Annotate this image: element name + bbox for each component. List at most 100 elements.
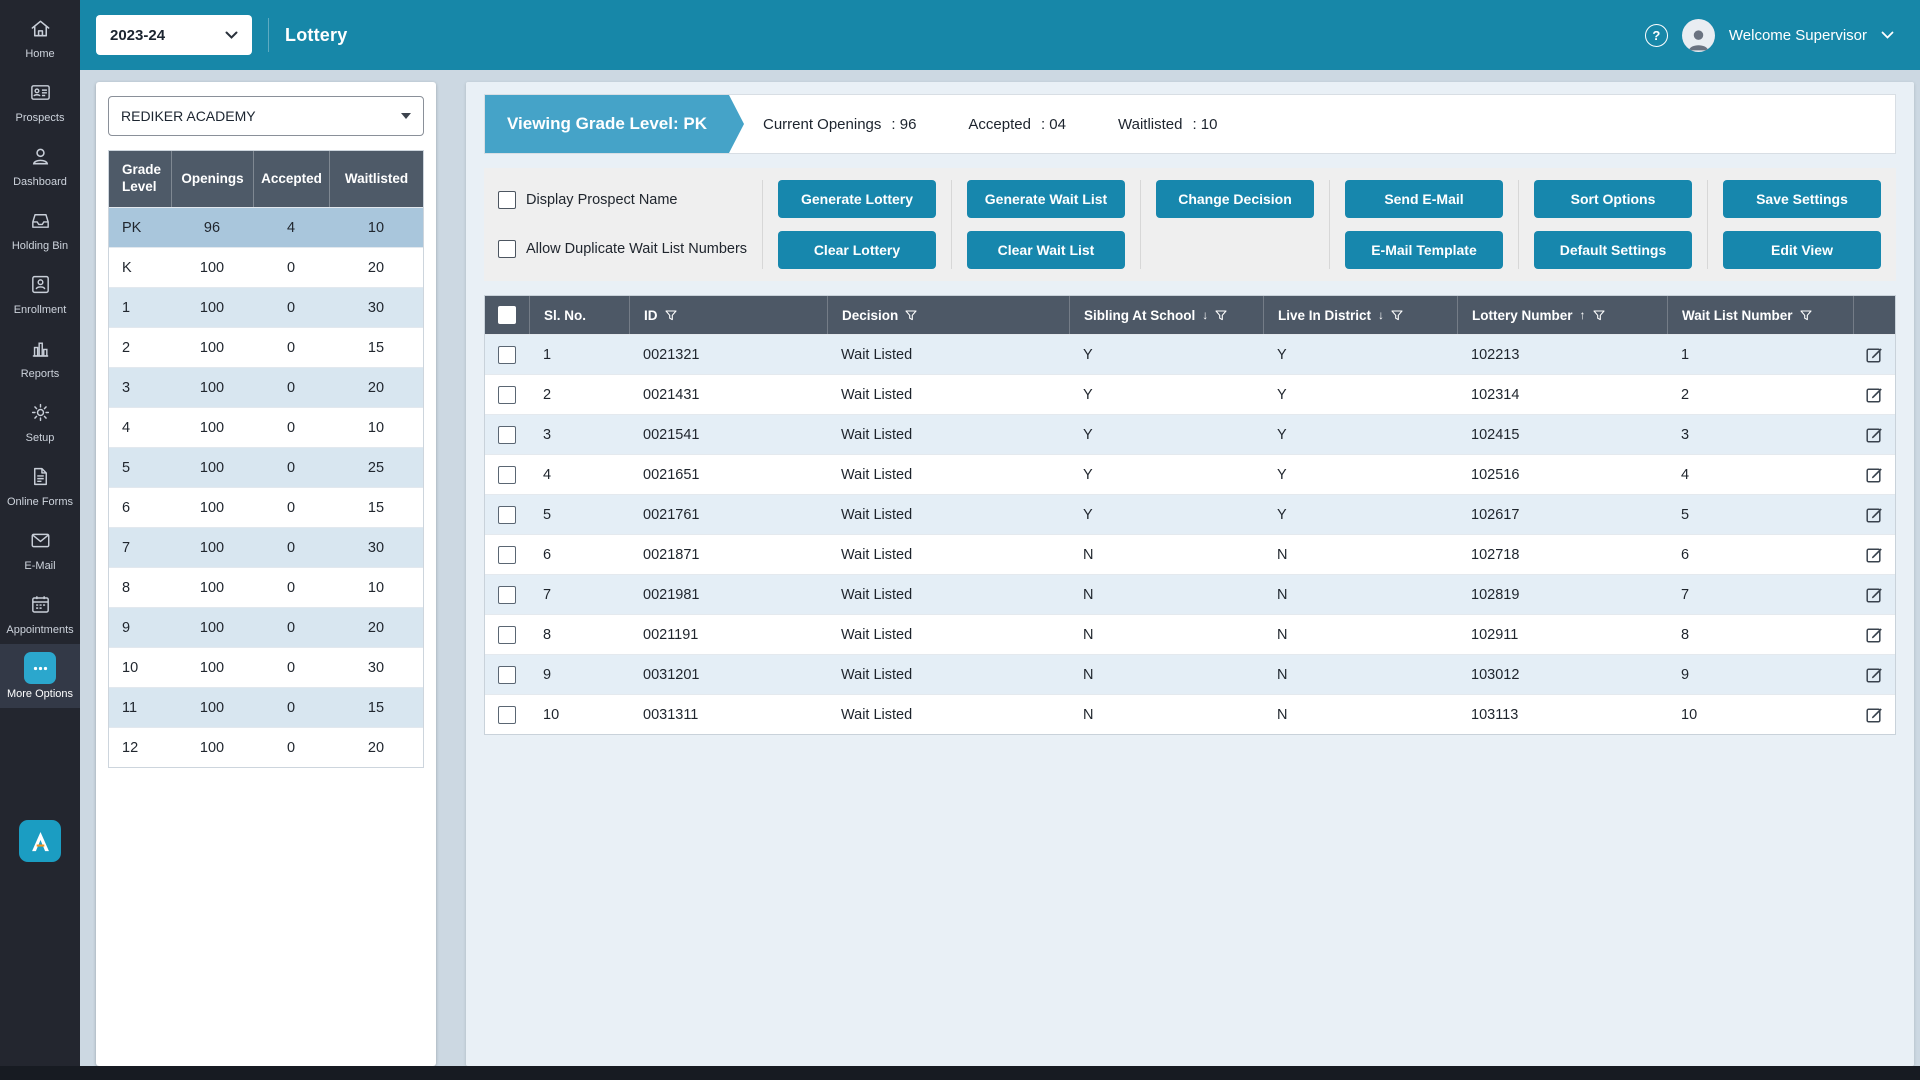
cell-live-in-district: N xyxy=(1277,706,1288,723)
row-checkbox[interactable] xyxy=(498,345,516,364)
grade-row-1[interactable]: 1 100 0 30 xyxy=(109,287,423,327)
column-header-wait-list-number[interactable]: Wait List Number xyxy=(1667,296,1853,334)
row-checkbox[interactable] xyxy=(498,425,516,444)
lottery-controls: Display Prospect Name Allow Duplicate Wai… xyxy=(484,168,1896,281)
table-row[interactable]: 3 0021541 Wait Listed Y Y 102415 3 xyxy=(485,414,1895,454)
sidebar-item-setup[interactable]: Setup xyxy=(0,388,80,452)
grade-row-6[interactable]: 6 100 0 15 xyxy=(109,487,423,527)
column-header-id[interactable]: ID xyxy=(629,296,827,334)
sidebar-item-label: Prospects xyxy=(15,112,65,124)
change-decision-button[interactable]: Change Decision xyxy=(1156,180,1314,218)
table-row[interactable]: 6 0021871 Wait Listed N N 102718 6 xyxy=(485,534,1895,574)
default-settings-button[interactable]: Default Settings xyxy=(1534,231,1692,269)
table-row[interactable]: 8 0021191 Wait Listed N N 102911 8 xyxy=(485,614,1895,654)
edit-icon[interactable] xyxy=(1865,505,1884,524)
filter-icon[interactable] xyxy=(905,309,917,321)
cell-lottery-number: 102516 xyxy=(1471,466,1520,483)
sort-options-button[interactable]: Sort Options xyxy=(1534,180,1692,218)
row-checkbox[interactable] xyxy=(498,505,516,524)
table-row[interactable]: 9 0031201 Wait Listed N N 103012 9 xyxy=(485,654,1895,694)
edit-view-button[interactable]: Edit View xyxy=(1723,231,1881,269)
checkbox-display-prospect-name[interactable]: Display Prospect Name xyxy=(498,181,762,219)
edit-icon[interactable] xyxy=(1865,665,1884,684)
send-e-mail-button[interactable]: Send E-Mail xyxy=(1345,180,1503,218)
user-menu-chevron-icon[interactable] xyxy=(1881,31,1894,39)
sidebar-item-home[interactable]: Home xyxy=(0,4,80,68)
checkbox-box[interactable] xyxy=(498,191,516,209)
e-mail-template-button[interactable]: E-Mail Template xyxy=(1345,231,1503,269)
table-row[interactable]: 5 0021761 Wait Listed Y Y 102617 5 xyxy=(485,494,1895,534)
table-row[interactable]: 4 0021651 Wait Listed Y Y 102516 4 xyxy=(485,454,1895,494)
row-checkbox[interactable] xyxy=(498,545,516,564)
table-row[interactable]: 10 0031311 Wait Listed N N 103113 10 xyxy=(485,694,1895,734)
edit-icon[interactable] xyxy=(1865,545,1884,564)
grade-row-k[interactable]: K 100 0 20 xyxy=(109,247,423,287)
grade-row-pk[interactable]: PK 96 4 10 xyxy=(109,207,423,247)
row-checkbox[interactable] xyxy=(498,625,516,644)
grade-row-10[interactable]: 10 100 0 30 xyxy=(109,647,423,687)
sidebar-item-online-forms[interactable]: Online Forms xyxy=(0,452,80,516)
clear-wait-list-button[interactable]: Clear Wait List xyxy=(967,231,1125,269)
filter-icon[interactable] xyxy=(1799,309,1812,321)
school-select[interactable]: REDIKER ACADEMY xyxy=(108,96,424,136)
table-row[interactable]: 7 0021981 Wait Listed N N 102819 7 xyxy=(485,574,1895,614)
button-group: Save Settings Edit View xyxy=(1707,180,1896,269)
row-checkbox[interactable] xyxy=(498,385,516,404)
grade-row-3[interactable]: 3 100 0 20 xyxy=(109,367,423,407)
help-icon[interactable]: ? xyxy=(1644,23,1668,47)
save-settings-button[interactable]: Save Settings xyxy=(1723,180,1881,218)
sidebar-item-reports[interactable]: Reports xyxy=(0,324,80,388)
edit-icon[interactable] xyxy=(1865,385,1884,404)
edit-icon[interactable] xyxy=(1865,465,1884,484)
select-all-checkbox[interactable] xyxy=(498,306,516,324)
edit-icon[interactable] xyxy=(1865,425,1884,444)
grade-row-8[interactable]: 8 100 0 10 xyxy=(109,567,423,607)
grade-row-2[interactable]: 2 100 0 15 xyxy=(109,327,423,367)
cell-sl-no: 2 xyxy=(543,386,552,403)
row-checkbox[interactable] xyxy=(498,665,516,684)
filter-icon[interactable] xyxy=(1215,309,1227,321)
column-header-sl-no[interactable]: Sl. No. xyxy=(529,296,629,334)
table-row[interactable]: 1 0021321 Wait Listed Y Y 102213 1 xyxy=(485,334,1895,374)
sidebar-item-enrollment[interactable]: Enrollment xyxy=(0,260,80,324)
sidebar-item-dashboard[interactable]: Dashboard xyxy=(0,132,80,196)
sidebar-item-holding-bin[interactable]: Holding Bin xyxy=(0,196,80,260)
sidebar-item-e-mail[interactable]: E-Mail xyxy=(0,516,80,580)
row-checkbox[interactable] xyxy=(498,465,516,484)
sidebar-item-prospects[interactable]: Prospects xyxy=(0,68,80,132)
grade-row-4[interactable]: 4 100 0 10 xyxy=(109,407,423,447)
sidebar-item-more-options[interactable]: More Options xyxy=(0,644,80,708)
clear-lottery-button[interactable]: Clear Lottery xyxy=(778,231,936,269)
grade-row-9[interactable]: 9 100 0 20 xyxy=(109,607,423,647)
edit-icon[interactable] xyxy=(1865,705,1884,724)
edit-icon[interactable] xyxy=(1865,345,1884,364)
column-header-live-in-district[interactable]: Live In District ↓ xyxy=(1263,296,1457,334)
column-header-lottery-number[interactable]: Lottery Number ↑ xyxy=(1457,296,1667,334)
generate-lottery-button[interactable]: Generate Lottery xyxy=(778,180,936,218)
column-header-decision[interactable]: Decision xyxy=(827,296,1069,334)
edit-icon[interactable] xyxy=(1865,625,1884,644)
grade-row-11[interactable]: 11 100 0 15 xyxy=(109,687,423,727)
page-title: Lottery xyxy=(285,24,348,45)
filter-icon[interactable] xyxy=(664,309,677,321)
sidebar-item-appointments[interactable]: Appointments xyxy=(0,580,80,644)
filter-icon[interactable] xyxy=(1592,309,1605,321)
edit-icon[interactable] xyxy=(1865,585,1884,604)
checkbox-allow-duplicate-wait-list-numbers[interactable]: Allow Duplicate Wait List Numbers xyxy=(498,230,762,268)
cell-lottery-number: 102213 xyxy=(1471,346,1520,363)
checkbox-box[interactable] xyxy=(498,240,516,258)
filter-icon[interactable] xyxy=(1391,309,1403,321)
sort-up-icon: ↑ xyxy=(1579,308,1586,322)
grade-row-7[interactable]: 7 100 0 30 xyxy=(109,527,423,567)
row-checkbox[interactable] xyxy=(498,705,516,724)
table-row[interactable]: 2 0021431 Wait Listed Y Y 102314 2 xyxy=(485,374,1895,414)
column-header-sibling-at-school[interactable]: Sibling At School ↓ xyxy=(1069,296,1263,334)
grade-row-5[interactable]: 5 100 0 25 xyxy=(109,447,423,487)
edit-cell xyxy=(1853,615,1895,654)
welcome-user-label[interactable]: Welcome Supervisor xyxy=(1729,27,1867,44)
row-checkbox[interactable] xyxy=(498,585,516,604)
generate-wait-list-button[interactable]: Generate Wait List xyxy=(967,180,1125,218)
avatar[interactable] xyxy=(1681,18,1715,52)
school-year-select[interactable]: 2023-24 xyxy=(96,15,252,55)
grade-row-12[interactable]: 12 100 0 20 xyxy=(109,727,423,767)
